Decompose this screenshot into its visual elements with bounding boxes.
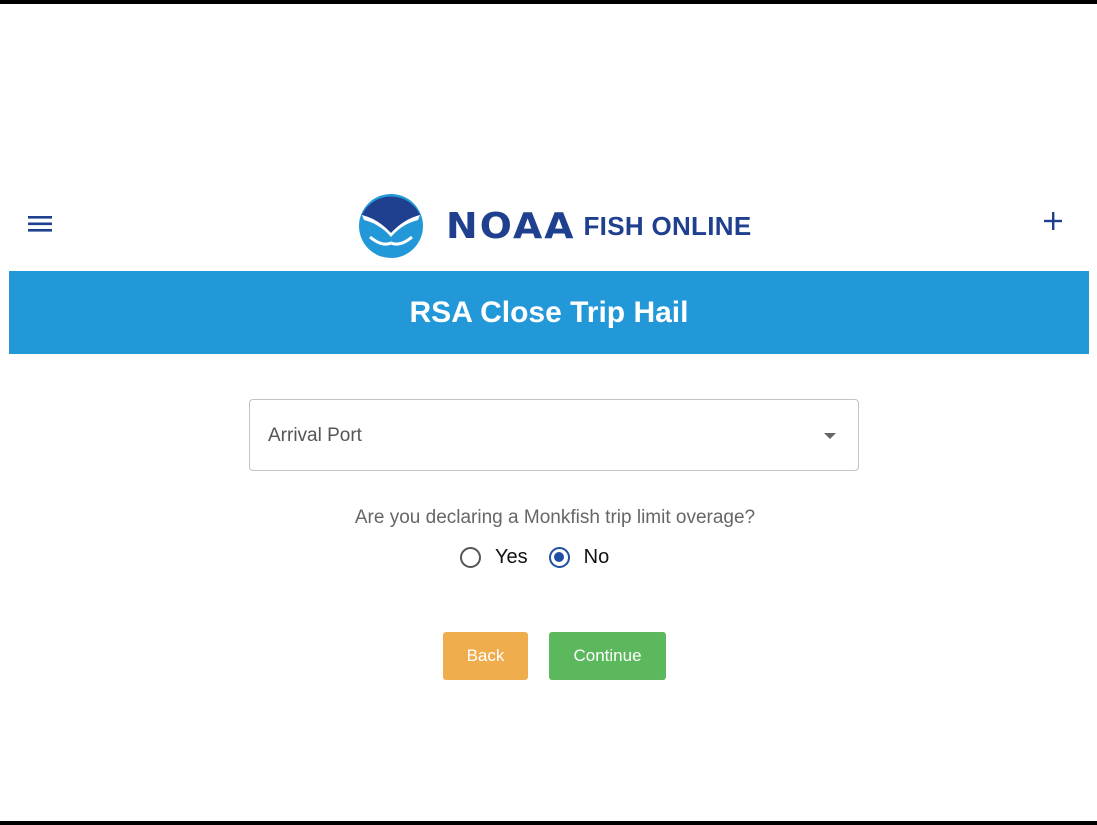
dropdown-caret-icon [824, 433, 836, 439]
arrival-port-label: Arrival Port [268, 425, 362, 446]
radio-option-no[interactable]: No [548, 545, 610, 569]
monkfish-question: Are you declaring a Monkfish trip limit … [354, 507, 756, 528]
noaa-fish-online-logo[interactable]: NOAA FISH ONLINE [358, 192, 751, 260]
page: NOAA FISH ONLINE RSA Close Trip Hail Arr… [0, 0, 1097, 825]
bottom-divider [0, 821, 1097, 825]
continue-button[interactable]: Continue [549, 632, 666, 680]
radio-dot [554, 552, 565, 562]
monkfish-overage-radio-group: Yes No [460, 542, 609, 572]
radio-checked-icon[interactable] [548, 546, 570, 568]
page-title: RSA Close Trip Hail [409, 295, 689, 329]
top-divider [0, 0, 1097, 4]
arrival-port-select[interactable]: Arrival Port [249, 399, 859, 471]
noaa-wordmark: NOAA [446, 205, 576, 247]
radio-yes-label: Yes [495, 545, 528, 568]
radio-unchecked-icon[interactable] [460, 546, 481, 568]
hamburger-menu-icon[interactable] [26, 212, 56, 236]
radio-option-yes[interactable]: Yes [460, 546, 528, 569]
noaa-emblem-icon [359, 194, 423, 258]
plus-icon[interactable] [1040, 208, 1066, 234]
radio-no-label: No [583, 545, 610, 568]
back-button[interactable]: Back [443, 632, 528, 680]
fish-online-title: FISH ONLINE [583, 210, 752, 241]
page-title-banner: RSA Close Trip Hail [9, 271, 1089, 354]
